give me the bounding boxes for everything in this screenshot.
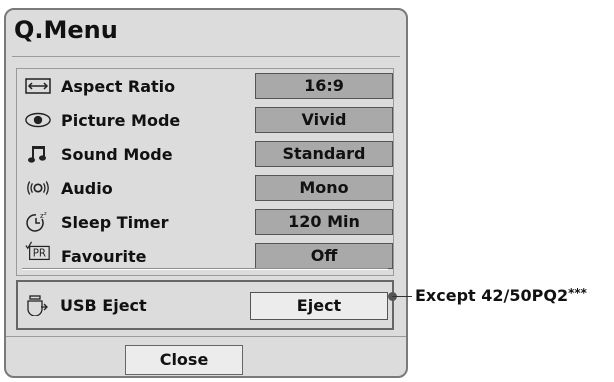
menu-item-label: Sound Mode xyxy=(61,145,173,164)
usb-eject-label: USB Eject xyxy=(60,296,147,315)
sound-mode-value[interactable]: Standard xyxy=(255,141,393,167)
usb-eject-button[interactable]: Eject xyxy=(250,292,388,320)
menu-item-label: Favourite xyxy=(61,247,147,266)
menu-item-usb-eject[interactable]: USB Eject Eject xyxy=(18,292,392,320)
sleep-timer-icon: z z xyxy=(25,211,51,233)
title-divider xyxy=(12,56,400,57)
favourite-pr-icon: PR xyxy=(25,241,51,263)
favourite-pr-icon-text: PR xyxy=(33,249,46,260)
menu-item-label: Picture Mode xyxy=(61,111,181,130)
menu-item-picture-mode[interactable]: Picture Mode Vivid xyxy=(17,107,393,135)
close-button[interactable]: Close xyxy=(125,345,243,375)
callout-leader-line xyxy=(392,296,412,297)
callout-note-suffix: *** xyxy=(568,286,587,300)
usb-eject-section: USB Eject Eject xyxy=(16,280,394,330)
menu-item-label: Audio xyxy=(61,179,113,198)
menu-item-favourite[interactable]: PR Favourite Off xyxy=(17,241,393,271)
callout-note: Except 42/50PQ2*** xyxy=(415,286,587,305)
aspect-ratio-icon xyxy=(25,75,51,97)
audio-value[interactable]: Mono xyxy=(255,175,393,201)
audio-icon xyxy=(25,177,51,199)
eye-icon xyxy=(25,109,51,131)
settings-list: Aspect Ratio 16:9 Picture Mode Vivid Sou… xyxy=(16,68,394,276)
music-note-icon xyxy=(25,143,51,165)
usb-eject-icon xyxy=(24,294,50,316)
aspect-ratio-value[interactable]: 16:9 xyxy=(255,73,393,99)
sleep-timer-value[interactable]: 120 Min xyxy=(255,209,393,235)
q-menu-panel: Q.Menu Aspect Ratio 16:9 Picture Mode Vi… xyxy=(4,8,408,378)
menu-item-label: Sleep Timer xyxy=(61,213,169,232)
section-divider-highlight xyxy=(22,269,388,270)
svg-text:z: z xyxy=(44,211,47,217)
menu-item-label: Aspect Ratio xyxy=(61,77,176,96)
menu-item-sound-mode[interactable]: Sound Mode Standard xyxy=(17,141,393,169)
callout-note-text: Except 42/50PQ2 xyxy=(415,286,569,305)
menu-item-audio[interactable]: Audio Mono xyxy=(17,175,393,203)
menu-item-sleep-timer[interactable]: z z Sleep Timer 120 Min xyxy=(17,209,393,237)
picture-mode-value[interactable]: Vivid xyxy=(255,107,393,133)
menu-item-aspect-ratio[interactable]: Aspect Ratio 16:9 xyxy=(17,73,393,101)
menu-title: Q.Menu xyxy=(14,16,118,44)
favourite-value[interactable]: Off xyxy=(255,243,393,269)
footer-divider xyxy=(6,336,406,337)
